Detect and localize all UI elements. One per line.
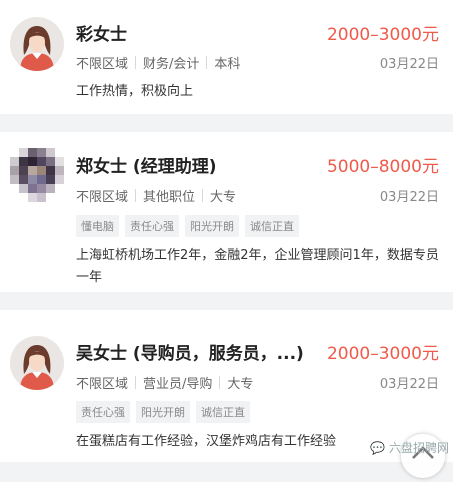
- pixelated-avatar-icon: [10, 148, 64, 202]
- candidate-description: 在蛋糕店有工作经验，汉堡炸鸡店有工作经验: [76, 434, 337, 449]
- candidate-meta: 不限区域 财务/会计 本科: [76, 53, 240, 72]
- position-label: 财务/会计: [143, 57, 200, 72]
- area-label: 不限区域: [76, 190, 129, 205]
- trait-tag: 责任心强: [125, 215, 179, 237]
- post-date: 03月22日: [379, 190, 439, 205]
- area-label: 不限区域: [76, 377, 129, 392]
- trait-tag: 懂电脑: [76, 215, 119, 237]
- female-avatar-icon: [10, 17, 64, 71]
- trait-tag: 诚信正直: [196, 401, 250, 423]
- trait-tags: 懂电脑 责任心强 阳光开朗 诚信正直: [76, 215, 299, 237]
- divider: [202, 189, 204, 202]
- salary-range: 2000–3000元: [326, 344, 439, 364]
- candidate-name: 郑女士 (经理助理): [76, 157, 217, 177]
- candidate-meta: 不限区域 营业员/导购 大专: [76, 373, 253, 392]
- salary-range: 5000–8000元: [326, 157, 439, 177]
- listing-card[interactable]: 郑女士 (经理助理) 5000–8000元 不限区域 其他职位 大专 03月22…: [0, 132, 453, 292]
- watermark-text: 六盘招聘网: [388, 441, 449, 455]
- divider: [206, 56, 208, 69]
- salary-range: 2000–3000元: [326, 25, 439, 45]
- candidate-description: 上海虹桥机场工作2年，金融2年，企业管理顾问1年，数据专员一年: [76, 248, 439, 285]
- area-label: 不限区域: [76, 57, 129, 72]
- divider: [135, 376, 137, 389]
- chat-bubble-icon: 💬: [370, 441, 386, 455]
- divider: [135, 189, 137, 202]
- trait-tag: 阳光开朗: [185, 215, 239, 237]
- trait-tag: 诚信正直: [245, 215, 299, 237]
- divider: [135, 56, 137, 69]
- watermark: 💬 六盘招聘网: [370, 439, 449, 456]
- education-label: 大专: [227, 377, 254, 392]
- trait-tag: 阳光开朗: [136, 401, 190, 423]
- candidate-meta: 不限区域 其他职位 大专: [76, 186, 236, 205]
- listing-card[interactable]: 彩女士 2000–3000元 不限区域 财务/会计 本科 03月22日 工作热情…: [0, 0, 453, 114]
- education-label: 本科: [214, 57, 241, 72]
- divider: [219, 376, 221, 389]
- post-date: 03月22日: [379, 57, 439, 72]
- post-date: 03月22日: [379, 377, 439, 392]
- listing-card[interactable]: 吴女士 (导购员，服务员，...) 2000–3000元 不限区域 营业员/导购…: [0, 310, 453, 478]
- candidate-description: 工作热情，积极向上: [76, 84, 194, 99]
- position-label: 其他职位: [143, 190, 196, 205]
- trait-tag: 责任心强: [76, 401, 130, 423]
- candidate-name: 吴女士 (导购员，服务员，...): [76, 344, 304, 364]
- candidate-name: 彩女士: [76, 25, 127, 45]
- female-avatar-icon: [10, 336, 64, 390]
- education-label: 大专: [210, 190, 237, 205]
- trait-tags: 责任心强 阳光开朗 诚信正直: [76, 401, 250, 423]
- position-label: 营业员/导购: [143, 377, 213, 392]
